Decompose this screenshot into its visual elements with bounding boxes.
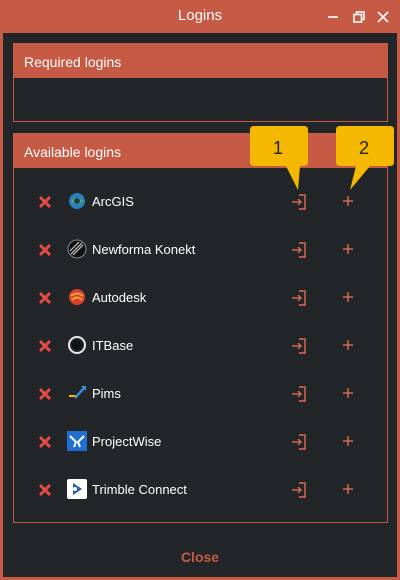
sign-in-icon[interactable] [290, 289, 308, 307]
login-name: Autodesk [92, 290, 147, 305]
projectwise-icon [67, 431, 87, 451]
login-row-pims: Pims [14, 371, 387, 419]
login-row-arcgis: ArcGIS [14, 179, 387, 227]
sign-in-icon[interactable] [290, 481, 308, 499]
required-logins-section: Required logins [13, 43, 388, 122]
sign-in-icon[interactable] [290, 385, 308, 403]
close-button[interactable]: Close [3, 549, 397, 565]
login-name: ArcGIS [92, 194, 134, 209]
arcgis-icon [69, 193, 85, 209]
newforma-konekt-icon [67, 239, 87, 259]
sign-in-icon[interactable] [290, 337, 308, 355]
add-login-icon[interactable] [340, 481, 356, 497]
login-row-trimble-connect: Trimble Connect [14, 467, 387, 515]
login-row-autodesk: Autodesk [14, 275, 387, 323]
restore-button[interactable] [349, 7, 369, 27]
callout-bubble-icon [336, 126, 394, 190]
add-login-icon[interactable] [340, 385, 356, 401]
login-row-itbase: ITBase [14, 323, 387, 371]
login-row-projectwise: ProjectWise [14, 419, 387, 467]
login-name: ITBase [92, 338, 134, 353]
sign-in-icon[interactable] [290, 193, 308, 211]
remove-login-icon[interactable] [38, 483, 52, 497]
remove-login-icon[interactable] [38, 435, 52, 449]
add-login-icon[interactable] [340, 289, 356, 305]
required-logins-header: Required logins [14, 44, 387, 78]
callout-1: 1 [250, 124, 310, 194]
close-icon [377, 11, 389, 23]
sign-in-icon[interactable] [290, 241, 308, 259]
remove-login-icon[interactable] [38, 291, 52, 305]
close-window-button[interactable] [373, 7, 393, 27]
add-login-icon[interactable] [340, 193, 356, 209]
title-bar[interactable]: Logins [3, 1, 397, 33]
callout-bubble-icon [250, 126, 308, 190]
add-login-icon[interactable] [340, 433, 356, 449]
trimble-connect-icon [67, 479, 87, 499]
login-row-newforma-konekt: Newforma Konekt [14, 227, 387, 275]
sign-in-icon[interactable] [290, 433, 308, 451]
callout-label: 1 [272, 138, 283, 158]
logins-window: Logins Required logins Available logins [2, 0, 398, 578]
itbase-icon [68, 336, 86, 354]
autodesk-icon [69, 289, 85, 305]
available-logins-header: Available logins [14, 134, 387, 168]
callout-label: 2 [358, 138, 369, 158]
login-name: Newforma Konekt [92, 242, 196, 257]
pims-icon [69, 386, 86, 399]
add-login-icon[interactable] [340, 337, 356, 353]
available-logins-section: Available logins ArcGIS Newforma Konekt … [13, 133, 388, 523]
login-name: Pims [92, 386, 121, 401]
minimize-button[interactable] [323, 7, 343, 27]
restore-icon [353, 11, 365, 23]
remove-login-icon[interactable] [38, 339, 52, 353]
login-name: Trimble Connect [92, 482, 187, 497]
remove-login-icon[interactable] [38, 195, 52, 209]
minimize-icon [328, 16, 338, 18]
login-name: ProjectWise [92, 434, 162, 449]
remove-login-icon[interactable] [38, 387, 52, 401]
callout-2: 2 [336, 124, 396, 194]
add-login-icon[interactable] [340, 241, 356, 257]
remove-login-icon[interactable] [38, 243, 52, 257]
